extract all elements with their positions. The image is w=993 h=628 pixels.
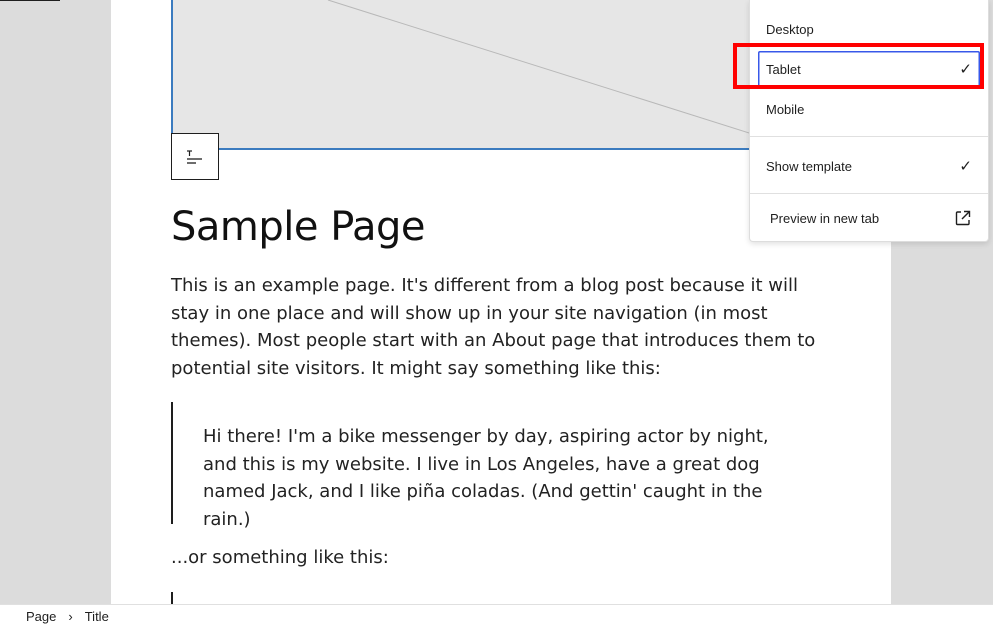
second-quote-border [171,592,173,604]
menu-item-desktop[interactable]: Desktop [758,11,980,47]
image-block-placeholder[interactable] [171,0,821,150]
menu-divider [750,193,988,194]
top-edge-strip [0,0,60,1]
chevron-right-icon: › [68,609,73,624]
menu-item-label: Desktop [766,21,814,37]
external-link-icon [955,210,971,226]
outro-paragraph[interactable]: ...or something like this: [171,544,389,572]
checkmark-icon: ✓ [959,158,972,175]
blockquote[interactable]: Hi there! I'm a bike messenger by day, a… [171,402,801,530]
red-annotation-highlight [733,43,984,89]
breadcrumb-item-title[interactable]: Title [85,609,109,624]
page-title[interactable]: Sample Page [171,204,426,250]
quote-text[interactable]: Hi there! I'm a bike messenger by day, a… [203,423,793,533]
align-text-icon [187,149,202,164]
menu-item-label: Preview in new tab [770,210,880,226]
intro-paragraph[interactable]: This is an example page. It's different … [171,272,821,382]
menu-item-preview-new-tab[interactable]: Preview in new tab [758,200,980,236]
menu-item-label: Mobile [766,101,805,117]
preview-dropdown-menu: Desktop Tablet ✓ Mobile Show template ✓ … [749,0,989,242]
menu-item-mobile[interactable]: Mobile [758,91,980,127]
placeholder-diagonal-icon [327,0,804,150]
menu-item-show-template[interactable]: Show template ✓ [758,148,980,184]
align-text-button[interactable] [171,133,219,180]
breadcrumb-item-page[interactable]: Page [26,609,56,624]
menu-item-label: Show template [766,158,852,174]
menu-divider [750,136,988,137]
breadcrumb: Page › Title [0,604,993,628]
